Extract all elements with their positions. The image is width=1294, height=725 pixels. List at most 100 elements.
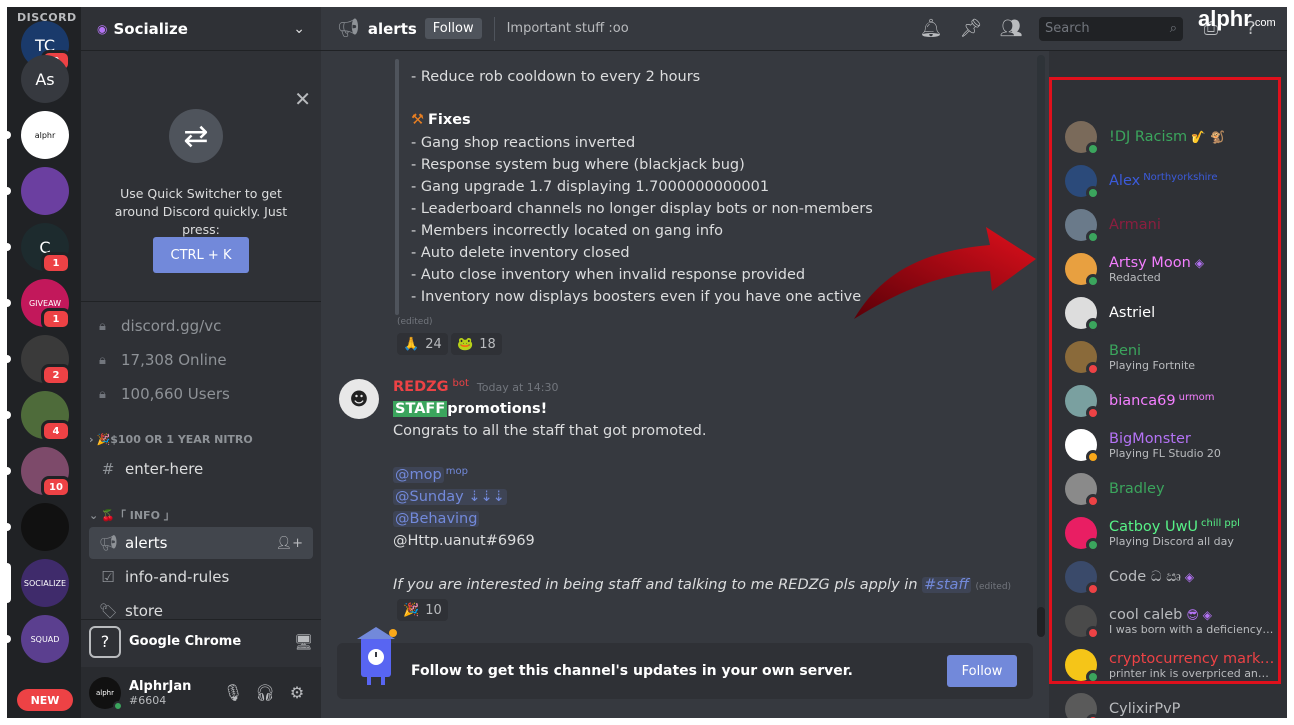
server-icon-char[interactable]: 4 <box>7 391 71 442</box>
ctrl-k-button[interactable]: CTRL + K <box>153 237 249 273</box>
member-item[interactable]: Astriel <box>1065 291 1275 335</box>
server-icon-alphr[interactable]: alphr <box>7 111 69 159</box>
server-icon-night[interactable]: 2 <box>7 335 71 386</box>
avatar <box>1065 561 1100 596</box>
member-item[interactable]: Code ධ ඍ ◈ <box>1065 555 1275 599</box>
reaction-pray[interactable]: 🙏 24 <box>397 333 448 355</box>
category-info[interactable]: ⌄ 🍒 「 INFO 」 <box>89 507 175 523</box>
member-item[interactable]: Alex Northyorkshire <box>1065 159 1275 203</box>
server-icon-na[interactable] <box>7 503 69 551</box>
avatar <box>1065 517 1100 552</box>
member-name: Astriel <box>1109 305 1156 321</box>
member-item[interactable]: CylixirPvP <box>1065 687 1275 718</box>
info-row-users: 🔒︎ 100,660 Users <box>99 385 230 403</box>
member-name: cryptocurrency marke... <box>1109 650 1275 667</box>
closing-line: If you are interested in being staff and… <box>393 577 1011 593</box>
server-icon-as[interactable]: As <box>21 55 69 103</box>
members-icon[interactable]: 👥︎ <box>991 18 1031 39</box>
mention-line: @mop mop <box>393 466 468 483</box>
reaction-frog[interactable]: 🐸 18 <box>451 333 502 355</box>
fix-item: - Auto close inventory when invalid resp… <box>411 267 806 283</box>
mention-badge: 10 <box>41 476 71 498</box>
role-mention[interactable]: @Behaving <box>393 511 480 527</box>
add-member-icon[interactable]: 👤︎+ <box>276 536 303 551</box>
member-item[interactable]: Beni Playing Fortnite <box>1065 335 1275 379</box>
member-item[interactable]: Artsy Moon ◈ Redacted <box>1065 247 1275 291</box>
member-item[interactable]: Catboy UwU chill ppl Playing Discord all d… <box>1065 511 1275 555</box>
headphones-icon[interactable]: 🎧︎ <box>249 683 281 702</box>
server-icon-glasses[interactable]: 10 <box>7 447 71 498</box>
follow-illustration-icon <box>357 627 397 685</box>
avatar[interactable]: alphr <box>89 676 123 711</box>
bot-tag: bot <box>452 378 469 389</box>
member-name: Bradley <box>1109 481 1165 497</box>
gear-icon[interactable]: ⚙ <box>281 683 313 702</box>
member-name: Code ධ ඍ <box>1109 569 1181 585</box>
red-arrow-icon <box>854 227 1036 319</box>
search-input[interactable]: Search ⌕ <box>1039 16 1183 41</box>
member-item[interactable]: Armani <box>1065 203 1275 247</box>
member-item[interactable]: Bradley <box>1065 467 1275 511</box>
fix-item: - Gang upgrade 1.7 displaying 1.70000000… <box>411 179 770 195</box>
role-sup: mop <box>445 466 468 477</box>
server-icon-c[interactable]: C1 <box>7 223 71 274</box>
scrollbar-thumb[interactable] <box>1037 607 1045 637</box>
member-item[interactable]: bianca69 urmom <box>1065 379 1275 423</box>
role-mention[interactable]: @Sunday ⇣⇣⇣ <box>393 489 507 505</box>
channel-info-and-rules[interactable]: ☑ info-and-rules <box>89 561 313 593</box>
close-icon[interactable]: ✕ <box>294 87 311 111</box>
follow-channel-button[interactable]: Follow <box>424 18 482 39</box>
closing-text: If you are interested in being staff and… <box>393 577 918 593</box>
promotion-headline: STAFF promotions! <box>393 401 547 417</box>
channel-topic[interactable]: Important stuff :oo <box>507 21 911 36</box>
message-text: Congrats to all the staff that got promo… <box>393 423 707 439</box>
new-unreads-pill[interactable]: NEW <box>17 689 73 711</box>
screen-share-icon[interactable]: 🖥︎ <box>294 633 313 651</box>
staff-tag: STAFF <box>393 401 448 417</box>
server-icon-purple[interactable] <box>7 167 69 215</box>
message-author[interactable]: REDZG bot Today at 14:30 <box>393 378 558 395</box>
microphone-icon[interactable]: 🎙︎ <box>217 683 249 702</box>
channel-label: alerts <box>125 534 168 552</box>
pin-icon[interactable]: 📌︎ <box>951 18 991 39</box>
follow-button[interactable]: Follow <box>947 655 1017 687</box>
lock-icon: 🔒︎ <box>99 386 106 402</box>
member-item[interactable]: BigMonster Playing FL Studio 20 <box>1065 423 1275 467</box>
reaction-party[interactable]: 🎉 10 <box>397 599 448 621</box>
activity-panel: ? Google Chrome 🖥︎ <box>81 619 321 663</box>
dnd-status-icon <box>1086 362 1100 376</box>
channel-mention[interactable]: #staff <box>922 577 971 593</box>
avatar <box>1065 649 1100 684</box>
member-item[interactable]: !DJ Racism 🎷 🐒 <box>1065 115 1275 159</box>
quick-switcher-tip: ✕ ⇄ Use Quick Switcher to get around Dis… <box>81 69 321 273</box>
role-mention[interactable]: @mop <box>393 467 444 483</box>
bell-icon[interactable]: 🔔︎ <box>911 18 951 39</box>
cherry-emoji-icon: 🍒 <box>101 508 115 522</box>
mention-line: @Sunday ⇣⇣⇣ <box>393 489 507 505</box>
member-item[interactable]: cool caleb 😎 ◈ I was born with a deficienc… <box>1065 599 1275 643</box>
info-online-text: 17,308 Online <box>121 351 227 369</box>
lock-icon: 🔒︎ <box>99 318 106 334</box>
mention-badge: 2 <box>41 364 71 386</box>
member-name: Alex <box>1109 173 1141 189</box>
fix-item: - Auto delete inventory closed <box>411 245 630 261</box>
server-icon-squad[interactable]: SQUAD <box>7 615 69 663</box>
scrollbar-track[interactable] <box>1037 55 1045 635</box>
user-panel: alphr AlphrJan #6604 🎙︎ 🎧︎ ⚙ <box>81 667 321 718</box>
member-item[interactable]: cryptocurrency marke... printer ink is ov… <box>1065 643 1275 687</box>
server-icon-giveaway[interactable]: GIVEAW 1 <box>7 279 71 330</box>
avatar[interactable]: ☻ <box>339 379 379 419</box>
channel-enter-here[interactable]: # enter-here <box>89 453 313 485</box>
category-nitro[interactable]: › 🎉 $100 OR 1 YEAR NITRO <box>89 433 253 446</box>
store-tag-icon: 🏷︎ <box>99 602 119 620</box>
server-icon-socialize[interactable]: SOCIALIZE <box>7 559 69 607</box>
guild-header[interactable]: ◉ Socialize ⌄ <box>81 7 321 51</box>
server-rail: DISCORD TC2AsalphrC1GIVEAW12410SOCIALIZE… <box>7 7 81 718</box>
avatar <box>1065 429 1100 464</box>
member-badge-icon: 😎 ◈ <box>1186 607 1212 622</box>
category-label: $100 OR 1 YEAR NITRO <box>110 433 253 446</box>
chevron-down-icon[interactable]: ⌄ <box>293 21 305 37</box>
member-role-sup: chill ppl <box>1201 517 1240 529</box>
unread-pip <box>7 523 11 531</box>
channel-alerts[interactable]: 📢︎ alerts 👤︎+ <box>89 527 313 559</box>
